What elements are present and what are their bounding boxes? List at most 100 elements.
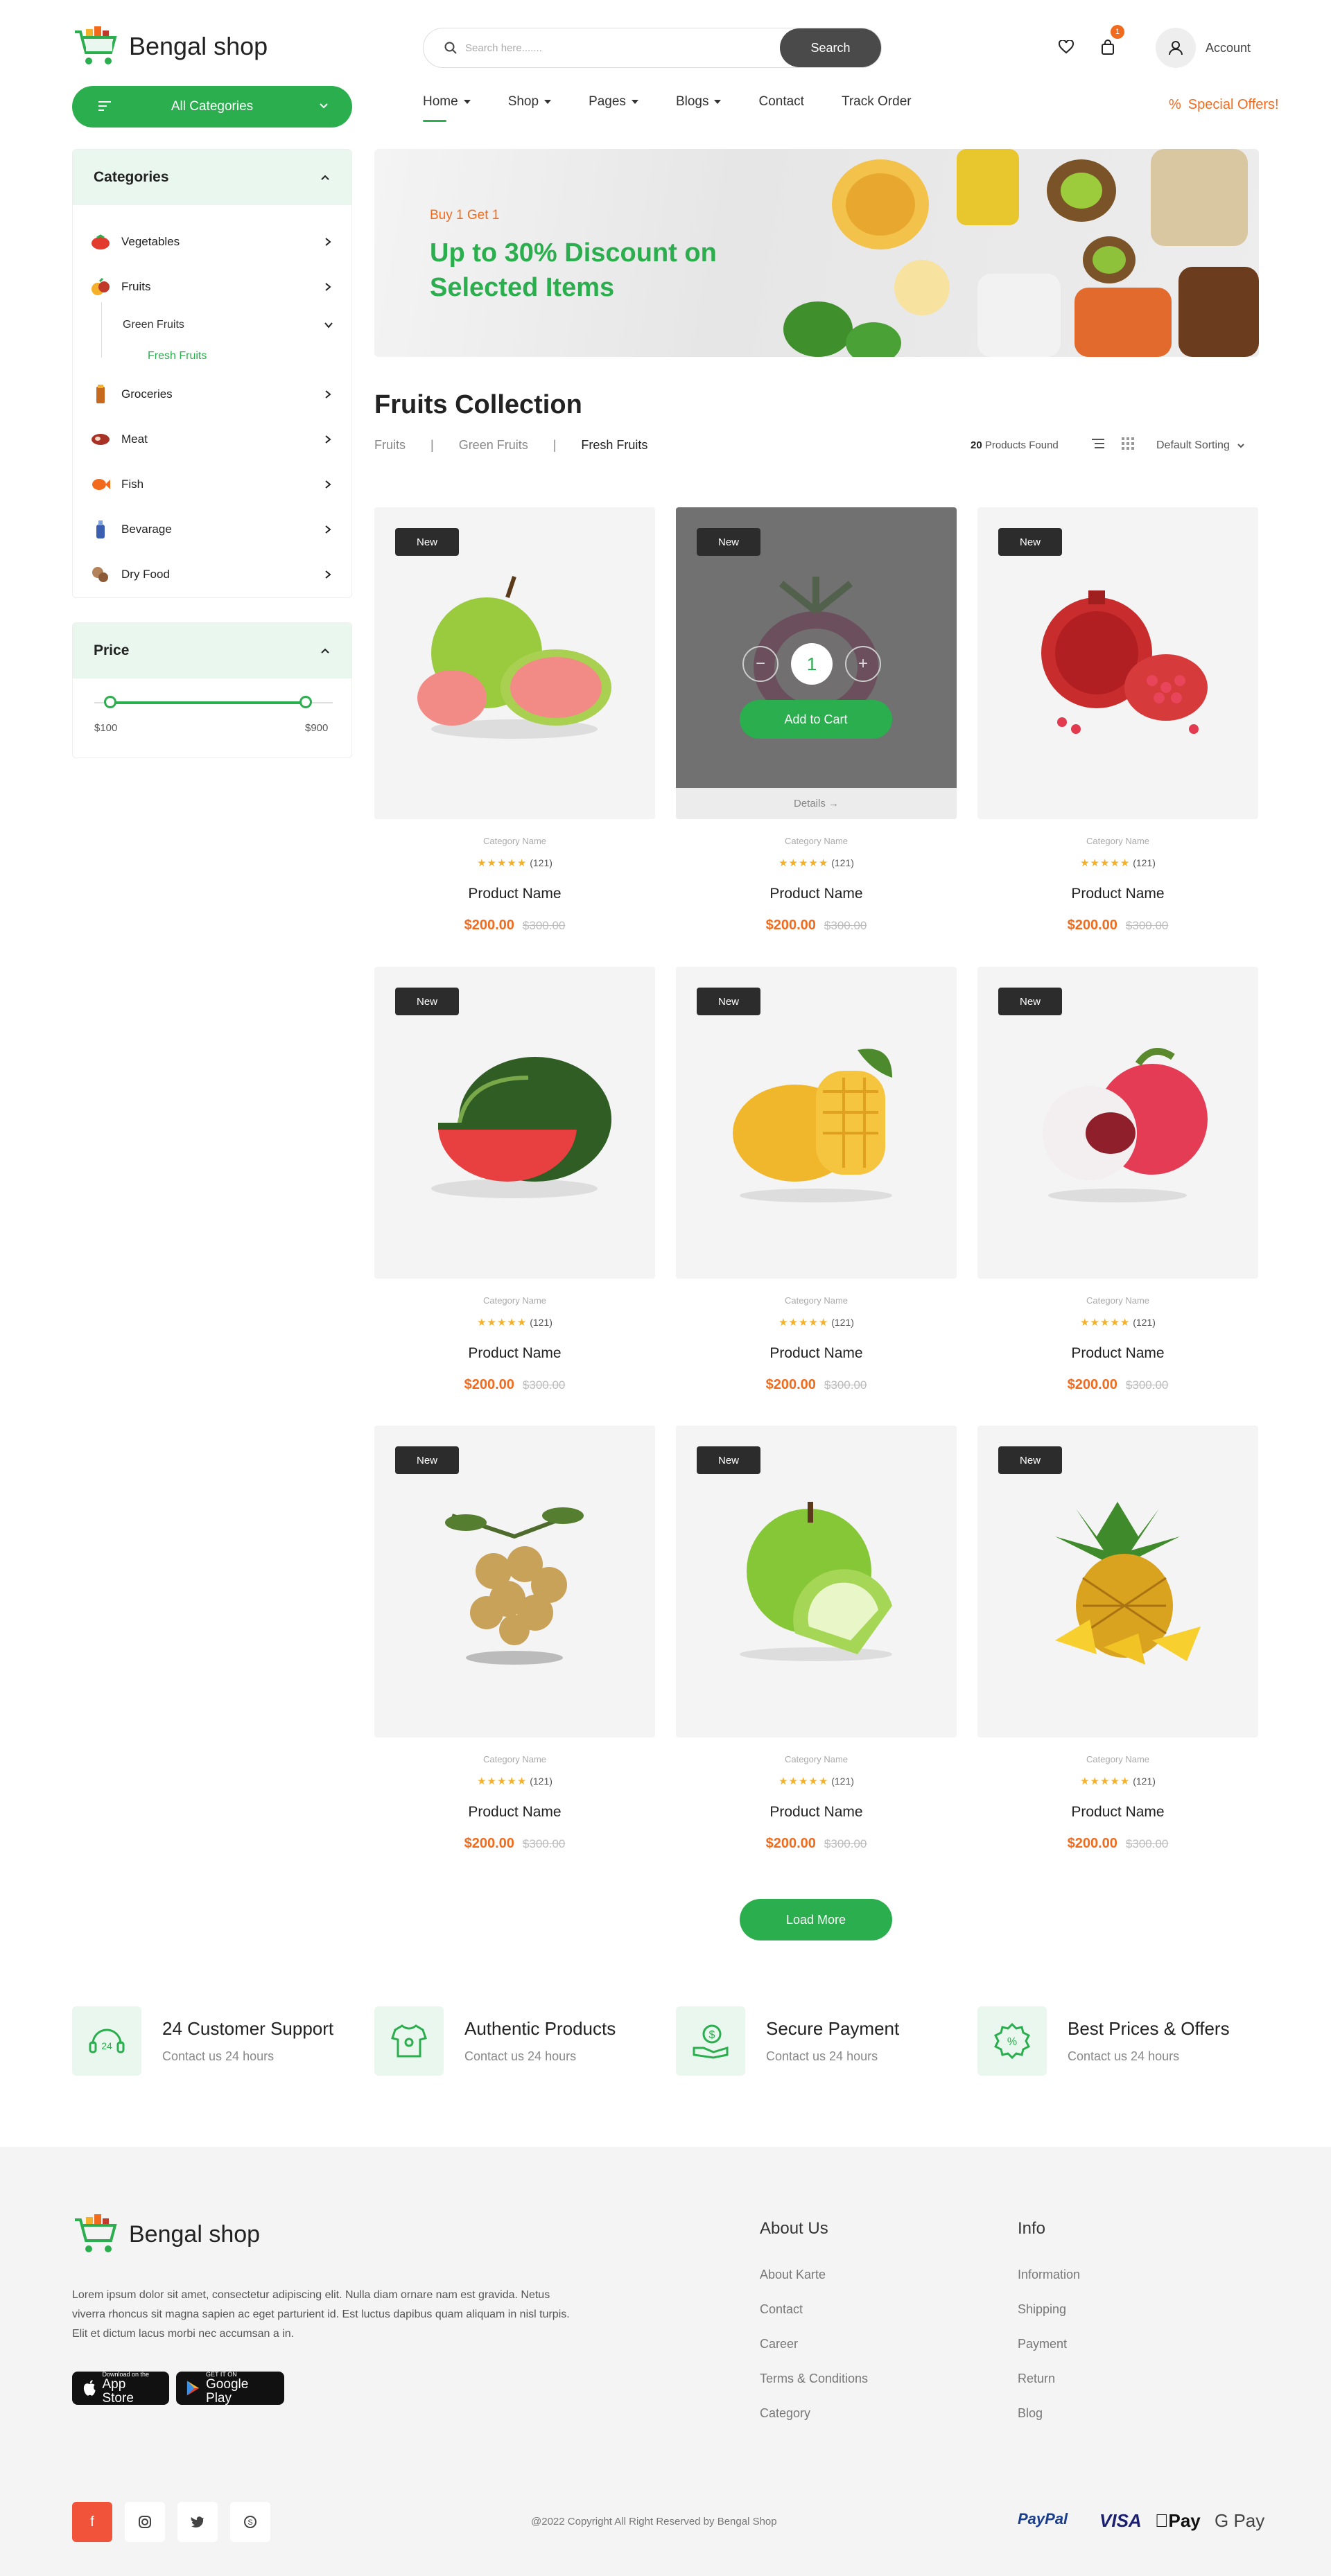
subcategory-fresh-fruits[interactable]: Fresh Fruits xyxy=(88,340,336,371)
star-rating-icon: ★★★★★ xyxy=(1080,1776,1131,1787)
product-category[interactable]: Category Name xyxy=(676,1754,957,1764)
footer-link[interactable]: Career xyxy=(760,2337,798,2351)
google-play-button[interactable]: GET IT ON Google Play xyxy=(176,2371,284,2406)
products-found: 20 Products Found xyxy=(971,439,1059,451)
details-link[interactable]: Details → xyxy=(676,788,957,819)
footer-link[interactable]: Information xyxy=(1018,2268,1080,2282)
product-name[interactable]: Product Name xyxy=(374,886,655,902)
app-store-button[interactable]: Download on the App Store xyxy=(72,2371,169,2406)
old-price: $300.00 xyxy=(824,1378,867,1392)
feature-authentic: Authentic Products Contact us 24 hours xyxy=(374,2006,616,2076)
price-header[interactable]: Price xyxy=(73,623,351,678)
add-to-cart-button[interactable]: Add to Cart xyxy=(740,700,892,739)
search-button[interactable]: Search xyxy=(780,28,881,67)
nav-pages[interactable]: Pages xyxy=(589,94,638,109)
category-groceries[interactable]: Groceries xyxy=(88,371,336,417)
instagram-icon[interactable] xyxy=(125,2502,165,2542)
footer-link[interactable]: Contact xyxy=(760,2302,803,2317)
chevron-up-icon xyxy=(321,175,329,180)
product-card[interactable]: New xyxy=(676,967,957,1279)
price-min-handle[interactable] xyxy=(104,696,116,708)
brand-logo[interactable]: Bengal shop xyxy=(72,25,268,68)
nav-track-order[interactable]: Track Order xyxy=(842,94,912,109)
category-bevarage[interactable]: Bevarage xyxy=(88,507,336,552)
product-name[interactable]: Product Name xyxy=(676,886,957,902)
quantity-value[interactable]: 1 xyxy=(791,643,833,685)
product-name[interactable]: Product Name xyxy=(977,1345,1258,1362)
search-input[interactable]: Search here....... xyxy=(465,42,542,54)
product-name[interactable]: Product Name xyxy=(676,1804,957,1821)
product-card[interactable]: − 1 + Add to Cart Details → New xyxy=(676,507,957,819)
product-name[interactable]: Product Name xyxy=(977,1804,1258,1821)
product-card[interactable]: New xyxy=(977,967,1258,1279)
cart-logo-icon xyxy=(75,26,117,64)
category-dry-food[interactable]: Dry Food xyxy=(88,552,336,597)
skype-icon[interactable]: S xyxy=(230,2502,270,2542)
footer-link[interactable]: About Karte xyxy=(760,2268,826,2282)
product-category[interactable]: Category Name xyxy=(676,836,957,846)
product-card[interactable]: New xyxy=(676,1426,957,1737)
product-name[interactable]: Product Name xyxy=(676,1345,957,1362)
all-categories-button[interactable]: All Categories xyxy=(72,86,352,128)
new-badge: New xyxy=(395,988,459,1015)
grid-view-icon[interactable] xyxy=(1121,437,1135,450)
product-category[interactable]: Category Name xyxy=(374,1295,655,1306)
special-offers-link[interactable]: % Special Offers! xyxy=(1169,97,1279,113)
product-name[interactable]: Product Name xyxy=(977,886,1258,902)
increase-qty-button[interactable]: + xyxy=(845,646,881,682)
search-bar[interactable]: Search here....... Search xyxy=(423,28,882,68)
product-category[interactable]: Category Name xyxy=(977,1754,1258,1764)
breadcrumb-fruits[interactable]: Fruits xyxy=(374,438,406,453)
category-meat[interactable]: Meat xyxy=(88,417,336,462)
nav-home[interactable]: Home xyxy=(423,94,471,122)
product-name[interactable]: Product Name xyxy=(374,1804,655,1821)
product-category[interactable]: Category Name xyxy=(977,836,1258,846)
product-category[interactable]: Category Name xyxy=(977,1295,1258,1306)
footer-link[interactable]: Return xyxy=(1018,2372,1055,2386)
price-max-handle[interactable] xyxy=(299,696,312,708)
category-fish[interactable]: Fish xyxy=(88,462,336,507)
footer-link[interactable]: Blog xyxy=(1018,2406,1043,2421)
footer-link[interactable]: Terms & Conditions xyxy=(760,2372,868,2386)
product-card[interactable]: New xyxy=(977,507,1258,819)
account-menu[interactable]: Account xyxy=(1156,28,1251,68)
product-card[interactable]: New xyxy=(374,507,655,819)
product-category[interactable]: Category Name xyxy=(676,1295,957,1306)
wishlist-heart-icon[interactable] xyxy=(1055,36,1077,58)
footer-brand-logo[interactable]: Bengal shop xyxy=(72,2213,260,2256)
nav-contact[interactable]: Contact xyxy=(758,94,803,109)
app-store-label: App Store xyxy=(102,2377,134,2406)
footer-link[interactable]: Shipping xyxy=(1018,2302,1066,2317)
nav-shop[interactable]: Shop xyxy=(508,94,552,109)
subcategory-green-fruits[interactable]: Green Fruits xyxy=(88,309,336,340)
categories-header[interactable]: Categories xyxy=(73,150,351,205)
feature-subtitle: Contact us 24 hours xyxy=(464,2049,577,2063)
product-price: $200.00 $300.00 xyxy=(977,1377,1258,1393)
google-play-label: Google Play xyxy=(206,2377,249,2406)
footer-link[interactable]: Category xyxy=(760,2406,810,2421)
old-price: $300.00 xyxy=(522,919,566,932)
category-vegetables[interactable]: Vegetables xyxy=(88,219,336,264)
footer-link[interactable]: Payment xyxy=(1018,2337,1067,2351)
product-name[interactable]: Product Name xyxy=(374,1345,655,1362)
chevron-right-icon xyxy=(325,525,331,534)
product-card[interactable]: New xyxy=(374,1426,655,1737)
product-card[interactable]: New xyxy=(374,967,655,1279)
current-price: $200.00 xyxy=(1067,1836,1117,1851)
product-category[interactable]: Category Name xyxy=(374,1754,655,1764)
list-view-icon[interactable] xyxy=(1090,437,1106,450)
rating-count: (121) xyxy=(831,857,854,868)
load-more-button[interactable]: Load More xyxy=(740,1899,892,1940)
decrease-qty-button[interactable]: − xyxy=(742,646,778,682)
twitter-icon[interactable] xyxy=(177,2502,218,2542)
facebook-icon[interactable]: f xyxy=(72,2502,112,2542)
sort-select[interactable]: Default Sorting xyxy=(1156,439,1245,452)
product-card[interactable]: New xyxy=(977,1426,1258,1737)
cart-bag-icon[interactable]: 1 xyxy=(1097,25,1124,58)
caret-down-icon xyxy=(631,100,638,104)
breadcrumb-green-fruits[interactable]: Green Fruits xyxy=(459,438,528,453)
nav-blogs[interactable]: Blogs xyxy=(676,94,722,109)
product-category[interactable]: Category Name xyxy=(374,836,655,846)
category-fruits[interactable]: Fruits xyxy=(88,264,336,309)
product-price: $200.00 $300.00 xyxy=(676,1836,957,1852)
